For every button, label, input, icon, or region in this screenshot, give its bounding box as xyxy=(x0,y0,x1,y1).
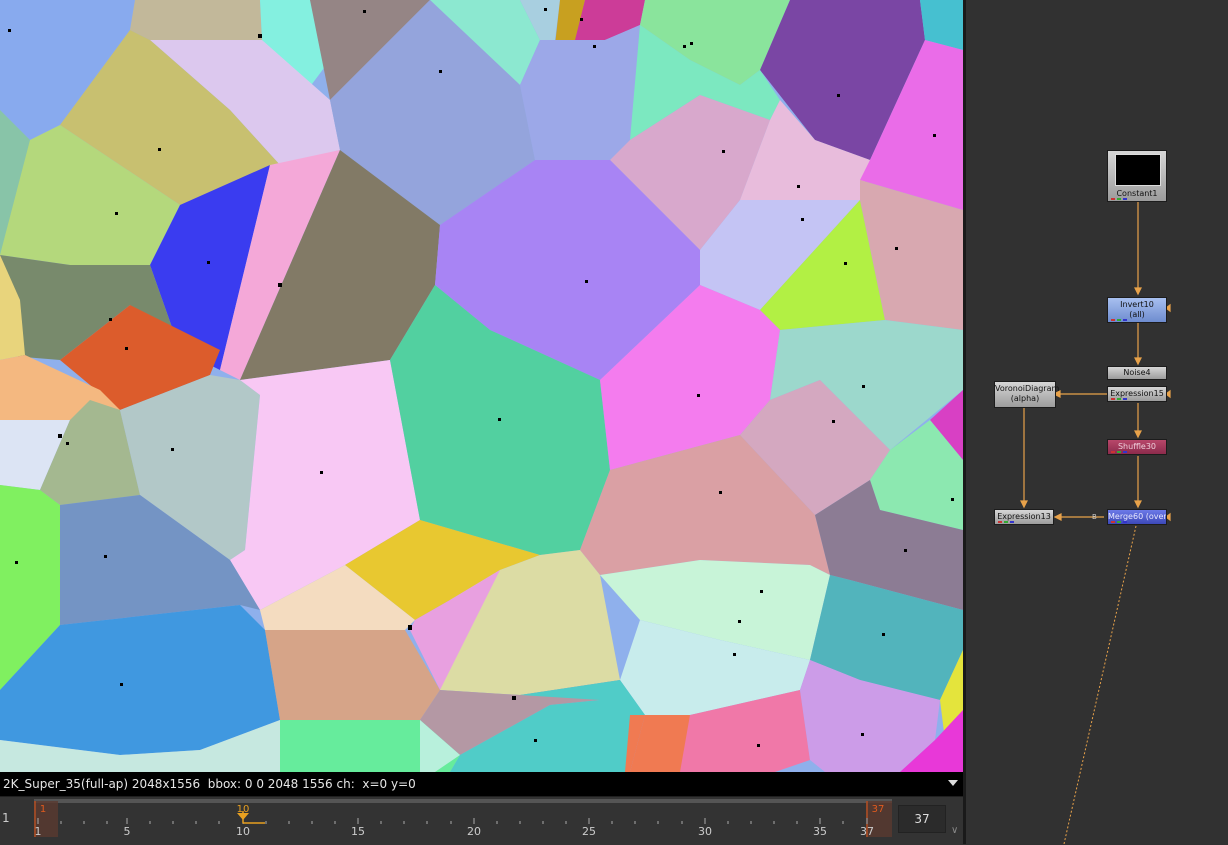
expression15-node[interactable]: Expression15 xyxy=(1107,386,1167,402)
shuffle-node[interactable]: Shuffle30 xyxy=(1107,439,1167,455)
tick-label: 30 xyxy=(698,825,712,838)
node-graph[interactable]: Constant1 Invert10 (all) Noise4 Expressi… xyxy=(966,0,1228,844)
info-dropdown-arrow-icon[interactable] xyxy=(948,780,958,786)
tick-label: 15 xyxy=(351,825,365,838)
in-point-label: 1 xyxy=(40,804,46,815)
tick-label: 20 xyxy=(467,825,481,838)
voronoi-node[interactable]: VoronoiDiagram (alpha) xyxy=(994,381,1060,408)
invert-node-label: Invert10 xyxy=(1120,300,1154,309)
voronoi-node-channels: (alpha) xyxy=(1010,394,1040,403)
expression13-node[interactable]: Expression13 xyxy=(994,509,1054,525)
range-start-field[interactable]: 1 xyxy=(2,811,10,825)
expand-chevron-icon[interactable]: ∨ xyxy=(951,825,958,836)
voronoi-render xyxy=(0,0,963,772)
noise-node-label: Noise4 xyxy=(1123,368,1151,377)
timeline-bar[interactable]: 1 5 10 15 20 25 30 35 37 1 10 37 1 37 ∨ xyxy=(0,796,963,845)
format-info-text: 2K_Super_35(full-ap) 2048x1556 bbox: 0 0… xyxy=(3,777,416,791)
constant-node[interactable]: Constant1 xyxy=(1107,150,1167,202)
constant-thumbnail xyxy=(1115,154,1161,186)
tick-label: 35 xyxy=(813,825,827,838)
tick-label: 5 xyxy=(124,825,131,838)
voronoi-node-label: VoronoiDiagram xyxy=(995,384,1060,393)
tick-label: 10 xyxy=(236,825,250,838)
invert-node[interactable]: Invert10 (all) xyxy=(1107,297,1167,323)
range-end-field[interactable]: 37 xyxy=(898,805,946,833)
merge-b-input-label: B xyxy=(1092,513,1097,521)
tick-label: 37 xyxy=(860,825,874,838)
noise-node[interactable]: Noise4 xyxy=(1107,366,1167,380)
frame-ruler[interactable]: 1 5 10 15 20 25 30 35 37 1 10 37 xyxy=(0,797,963,845)
viewer-canvas[interactable] xyxy=(0,0,963,772)
node-connections xyxy=(1020,201,1171,844)
viewer-info-bar: 2K_Super_35(full-ap) 2048x1556 bbox: 0 0… xyxy=(0,772,963,796)
tick-label: 1 xyxy=(35,825,42,838)
current-frame-label: 10 xyxy=(237,804,250,815)
tick-label: 25 xyxy=(582,825,596,838)
out-point-label: 37 xyxy=(872,804,885,815)
merge-node[interactable]: Merge60 (over) xyxy=(1107,509,1167,525)
